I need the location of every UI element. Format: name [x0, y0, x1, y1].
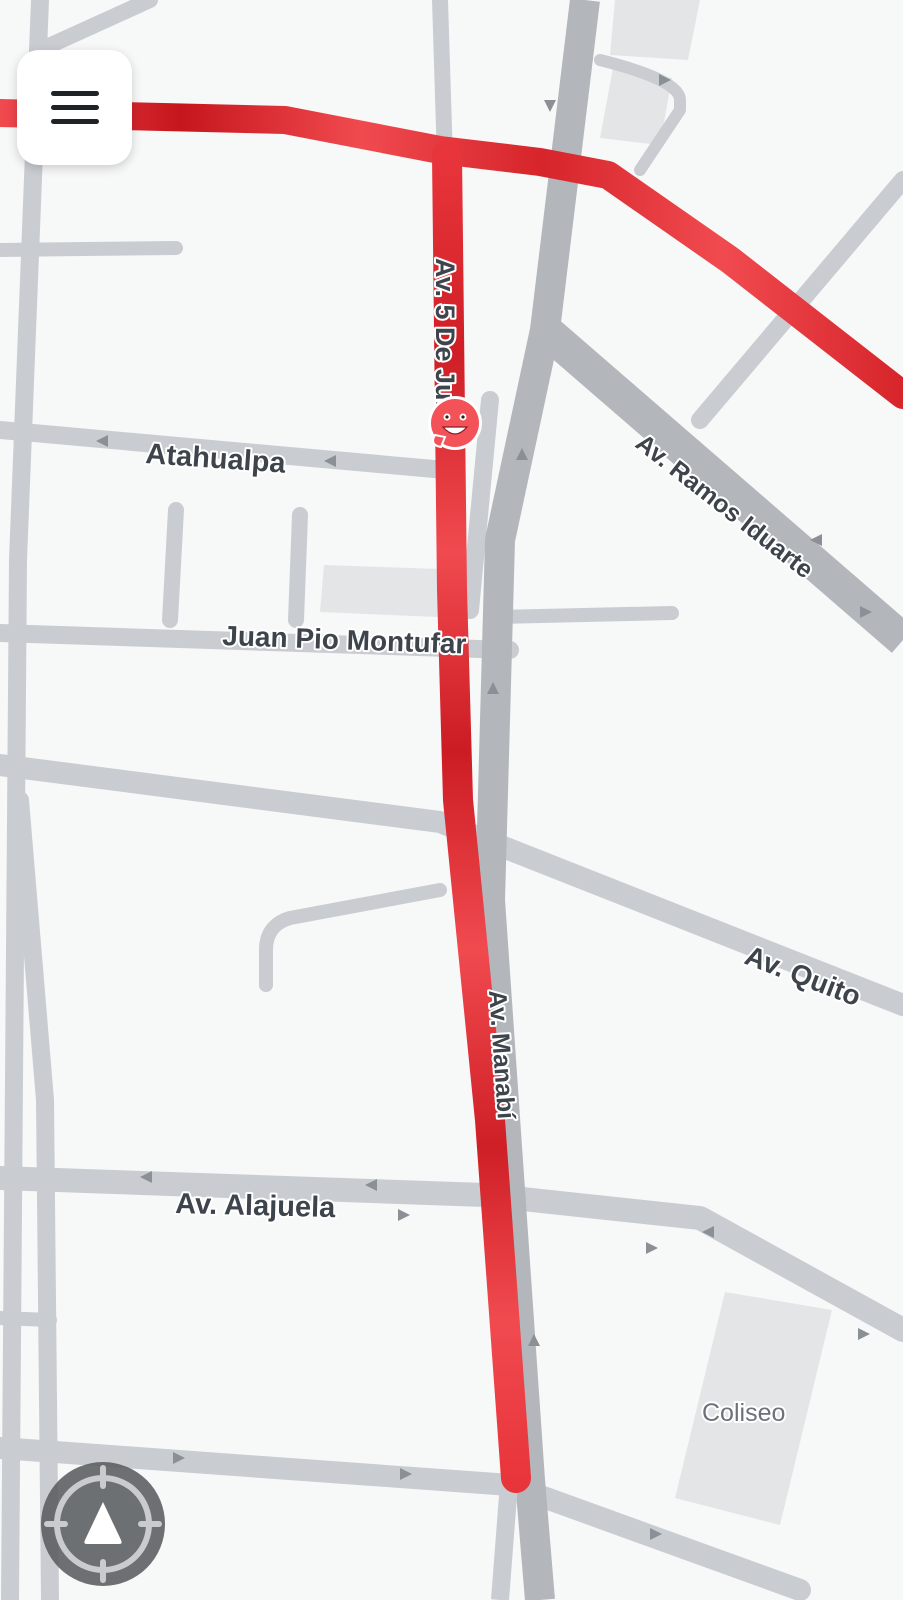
label-juan-pio-montufar: Juan Pio Montufar — [222, 620, 467, 660]
label-coliseo: Coliseo — [702, 1399, 785, 1427]
wazer-smiley-icon[interactable] — [428, 396, 482, 450]
poi-areas — [320, 0, 832, 1525]
map-canvas[interactable]: Atahualpa Av. 5 De Junio Av. Ramos Iduar… — [0, 0, 903, 1600]
label-av-ramos-iduarte: Av. Ramos Iduarte — [630, 429, 818, 585]
recenter-button[interactable] — [41, 1462, 165, 1586]
label-av-quito: Av. Quito — [741, 940, 865, 1012]
recenter-location-icon — [44, 1465, 162, 1583]
label-atahualpa: Atahualpa — [145, 438, 288, 480]
top-building-area — [610, 0, 700, 60]
menu-button[interactable] — [17, 50, 132, 165]
label-av-alajuela: Av. Alajuela — [175, 1188, 337, 1224]
block-area — [320, 565, 440, 617]
hamburger-menu-icon — [50, 90, 99, 125]
